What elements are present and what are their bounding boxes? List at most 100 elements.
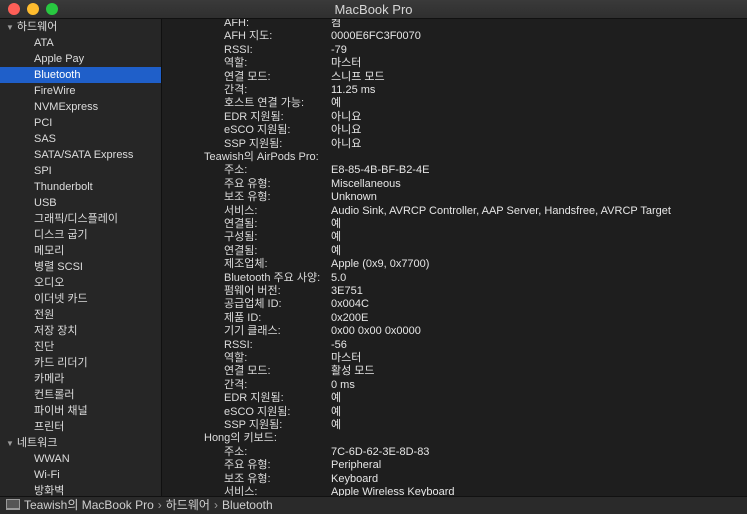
detail-key: 호스트 연결 가능: [224,97,305,110]
sidebar-item[interactable]: 메모리 [0,243,161,259]
sidebar-item[interactable]: Wi-Fi [0,467,161,483]
device-heading: Teawish의 AirPods Pro: [204,151,319,163]
detail-key: eSCO 지원됨: [224,405,291,418]
sidebar: ▼ 하드웨어 ATA Apple Pay Bluetooth FireWire NVMExp… [0,19,162,496]
detail-key: 역할: [224,352,248,364]
sidebar-item[interactable]: FireWire [0,83,161,99]
detail-value: 예 [331,405,342,418]
detail-key: 주소: [224,445,248,458]
sidebar-group-label: 하드웨어 [16,21,58,33]
sidebar-item[interactable]: 프린터 [0,419,161,435]
detail-value: Keyboard [331,472,379,485]
path-item-bluetooth[interactable]: Bluetooth [222,498,273,512]
detail-row: 보조 유형: Unknown [162,191,747,204]
detail-value: -79 [331,43,347,56]
disclosure-triangle-icon[interactable]: ▼ [6,23,14,32]
sidebar-item[interactable]: SPI [0,163,161,179]
detail-value: 0x004C [331,298,369,311]
sidebar-item[interactable]: 진단 [0,339,161,355]
detail-key: 서비스: [224,204,258,217]
path-item-hardware[interactable]: 하드웨어 [166,498,210,512]
detail-row: 연결됨: 예 [162,218,747,231]
sidebar-item[interactable]: 오디오 [0,275,161,291]
detail-row: 제조업체: Apple (0x9, 0x7700) [162,258,747,271]
detail-row: 주요 유형: Peripheral [162,459,747,472]
detail-value: 예 [331,231,342,244]
detail-row: eSCO 지원됨: 예 [162,406,747,419]
detail-key: eSCO 지원됨: [224,124,291,137]
detail-value: 7C-6D-62-3E-8D-83 [331,445,430,458]
detail-value: Peripheral [331,459,382,472]
detail-value: 아니요 [331,110,362,123]
detail-value: 5.0 [331,271,347,284]
detail-row: RSSI: -79 [162,44,747,57]
detail-value: -56 [331,338,347,351]
detail-value: 예 [331,97,342,110]
sidebar-item[interactable]: 카드 리더기 [0,355,161,371]
detail-row: SSP 지원됨: 예 [162,419,747,432]
detail-value: 0000E6FC3F0070 [331,30,421,43]
detail-row: 펌웨어 버전: 3E751 [162,285,747,298]
sidebar-item[interactable]: 파이버 채널 [0,403,161,419]
sidebar-item[interactable]: NVMExpress [0,99,161,115]
disclosure-triangle-icon[interactable]: ▼ [6,439,14,448]
detail-value: 0 ms [331,378,355,391]
sidebar-item[interactable]: Thunderbolt [0,179,161,195]
detail-value: 아니요 [331,124,362,137]
detail-key: 간격: [224,84,248,96]
sidebar-item[interactable]: Apple Pay [0,51,161,67]
detail-row: 주소: 7C-6D-62-3E-8D-83 [162,446,747,459]
detail-value: Apple (0x9, 0x7700) [331,258,430,271]
detail-value: 0x00 0x00 0x0000 [331,325,421,338]
sidebar-item[interactable]: 카메라 [0,371,161,387]
sidebar-group[interactable]: ▼ 네트워크 [0,435,161,451]
detail-row: SSP 지원됨: 아니요 [162,138,747,151]
sidebar-item[interactable]: 전원 [0,307,161,323]
path-item-computer[interactable]: Teawish의 MacBook Pro [24,498,154,512]
detail-key: SSP 지원됨: [224,137,283,150]
detail-key: RSSI: [224,43,253,56]
detail-row: 연결 모드: 스니프 모드 [162,71,747,84]
detail-row: 제품 ID: 0x200E [162,312,747,325]
sidebar-item[interactable]: 방화벽 [0,483,161,496]
sidebar-item[interactable]: Bluetooth [0,67,161,83]
sidebar-item[interactable]: SATA/SATA Express [0,147,161,163]
sidebar-item[interactable]: ATA [0,35,161,51]
detail-value: 0x200E [331,311,369,324]
sidebar-item[interactable]: USB [0,195,161,211]
detail-row: Bluetooth 주요 사양: 5.0 [162,272,747,285]
sidebar-item[interactable]: 저장 장치 [0,323,161,339]
detail-key: EDR 지원됨: [224,392,284,405]
detail-row: 간격: 11.25 ms [162,84,747,97]
detail-row: 주소: E8-85-4B-BF-B2-4E [162,164,747,177]
sidebar-item[interactable]: PCI [0,115,161,131]
title-bar: MacBook Pro [0,0,747,19]
detail-key: 제조업체: [224,258,268,271]
sidebar-item[interactable]: 이더넷 카드 [0,291,161,307]
sidebar-item[interactable]: 병렬 SCSI [0,259,161,275]
sidebar-group[interactable]: ▼ 하드웨어 [0,19,161,35]
detail-key: 기기 클래스: [224,325,281,338]
detail-key: 구성됨: [224,231,258,244]
detail-key: 간격: [224,378,248,391]
detail-row: eSCO 지원됨: 아니요 [162,124,747,137]
detail-key: EDR 지원됨: [224,110,284,123]
detail-row: 서비스: Apple Wireless Keyboard [162,486,747,496]
detail-value: 예 [331,218,342,230]
detail-row: EDR 지원됨: 아니요 [162,111,747,124]
detail-key: 주소: [224,164,248,177]
detail-key: 역할: [224,57,248,70]
detail-key: 주요 유형: [224,177,271,190]
detail-value: 예 [331,392,342,405]
sidebar-item[interactable]: SAS [0,131,161,147]
detail-key: Bluetooth 주요 사양: [224,271,321,284]
sidebar-item[interactable]: 그래픽/디스플레이 [0,211,161,227]
sidebar-item[interactable]: 컨트롤러 [0,387,161,403]
detail-key: 연결됨: [224,218,258,230]
detail-key: 보조 유형: [224,472,271,485]
detail-row: 주요 유형: Miscellaneous [162,178,747,191]
detail-row: EDR 지원됨: 예 [162,392,747,405]
sidebar-item[interactable]: 디스크 굽기 [0,227,161,243]
sidebar-item[interactable]: WWAN [0,451,161,467]
detail-row: AFH: 켬 [162,19,747,30]
